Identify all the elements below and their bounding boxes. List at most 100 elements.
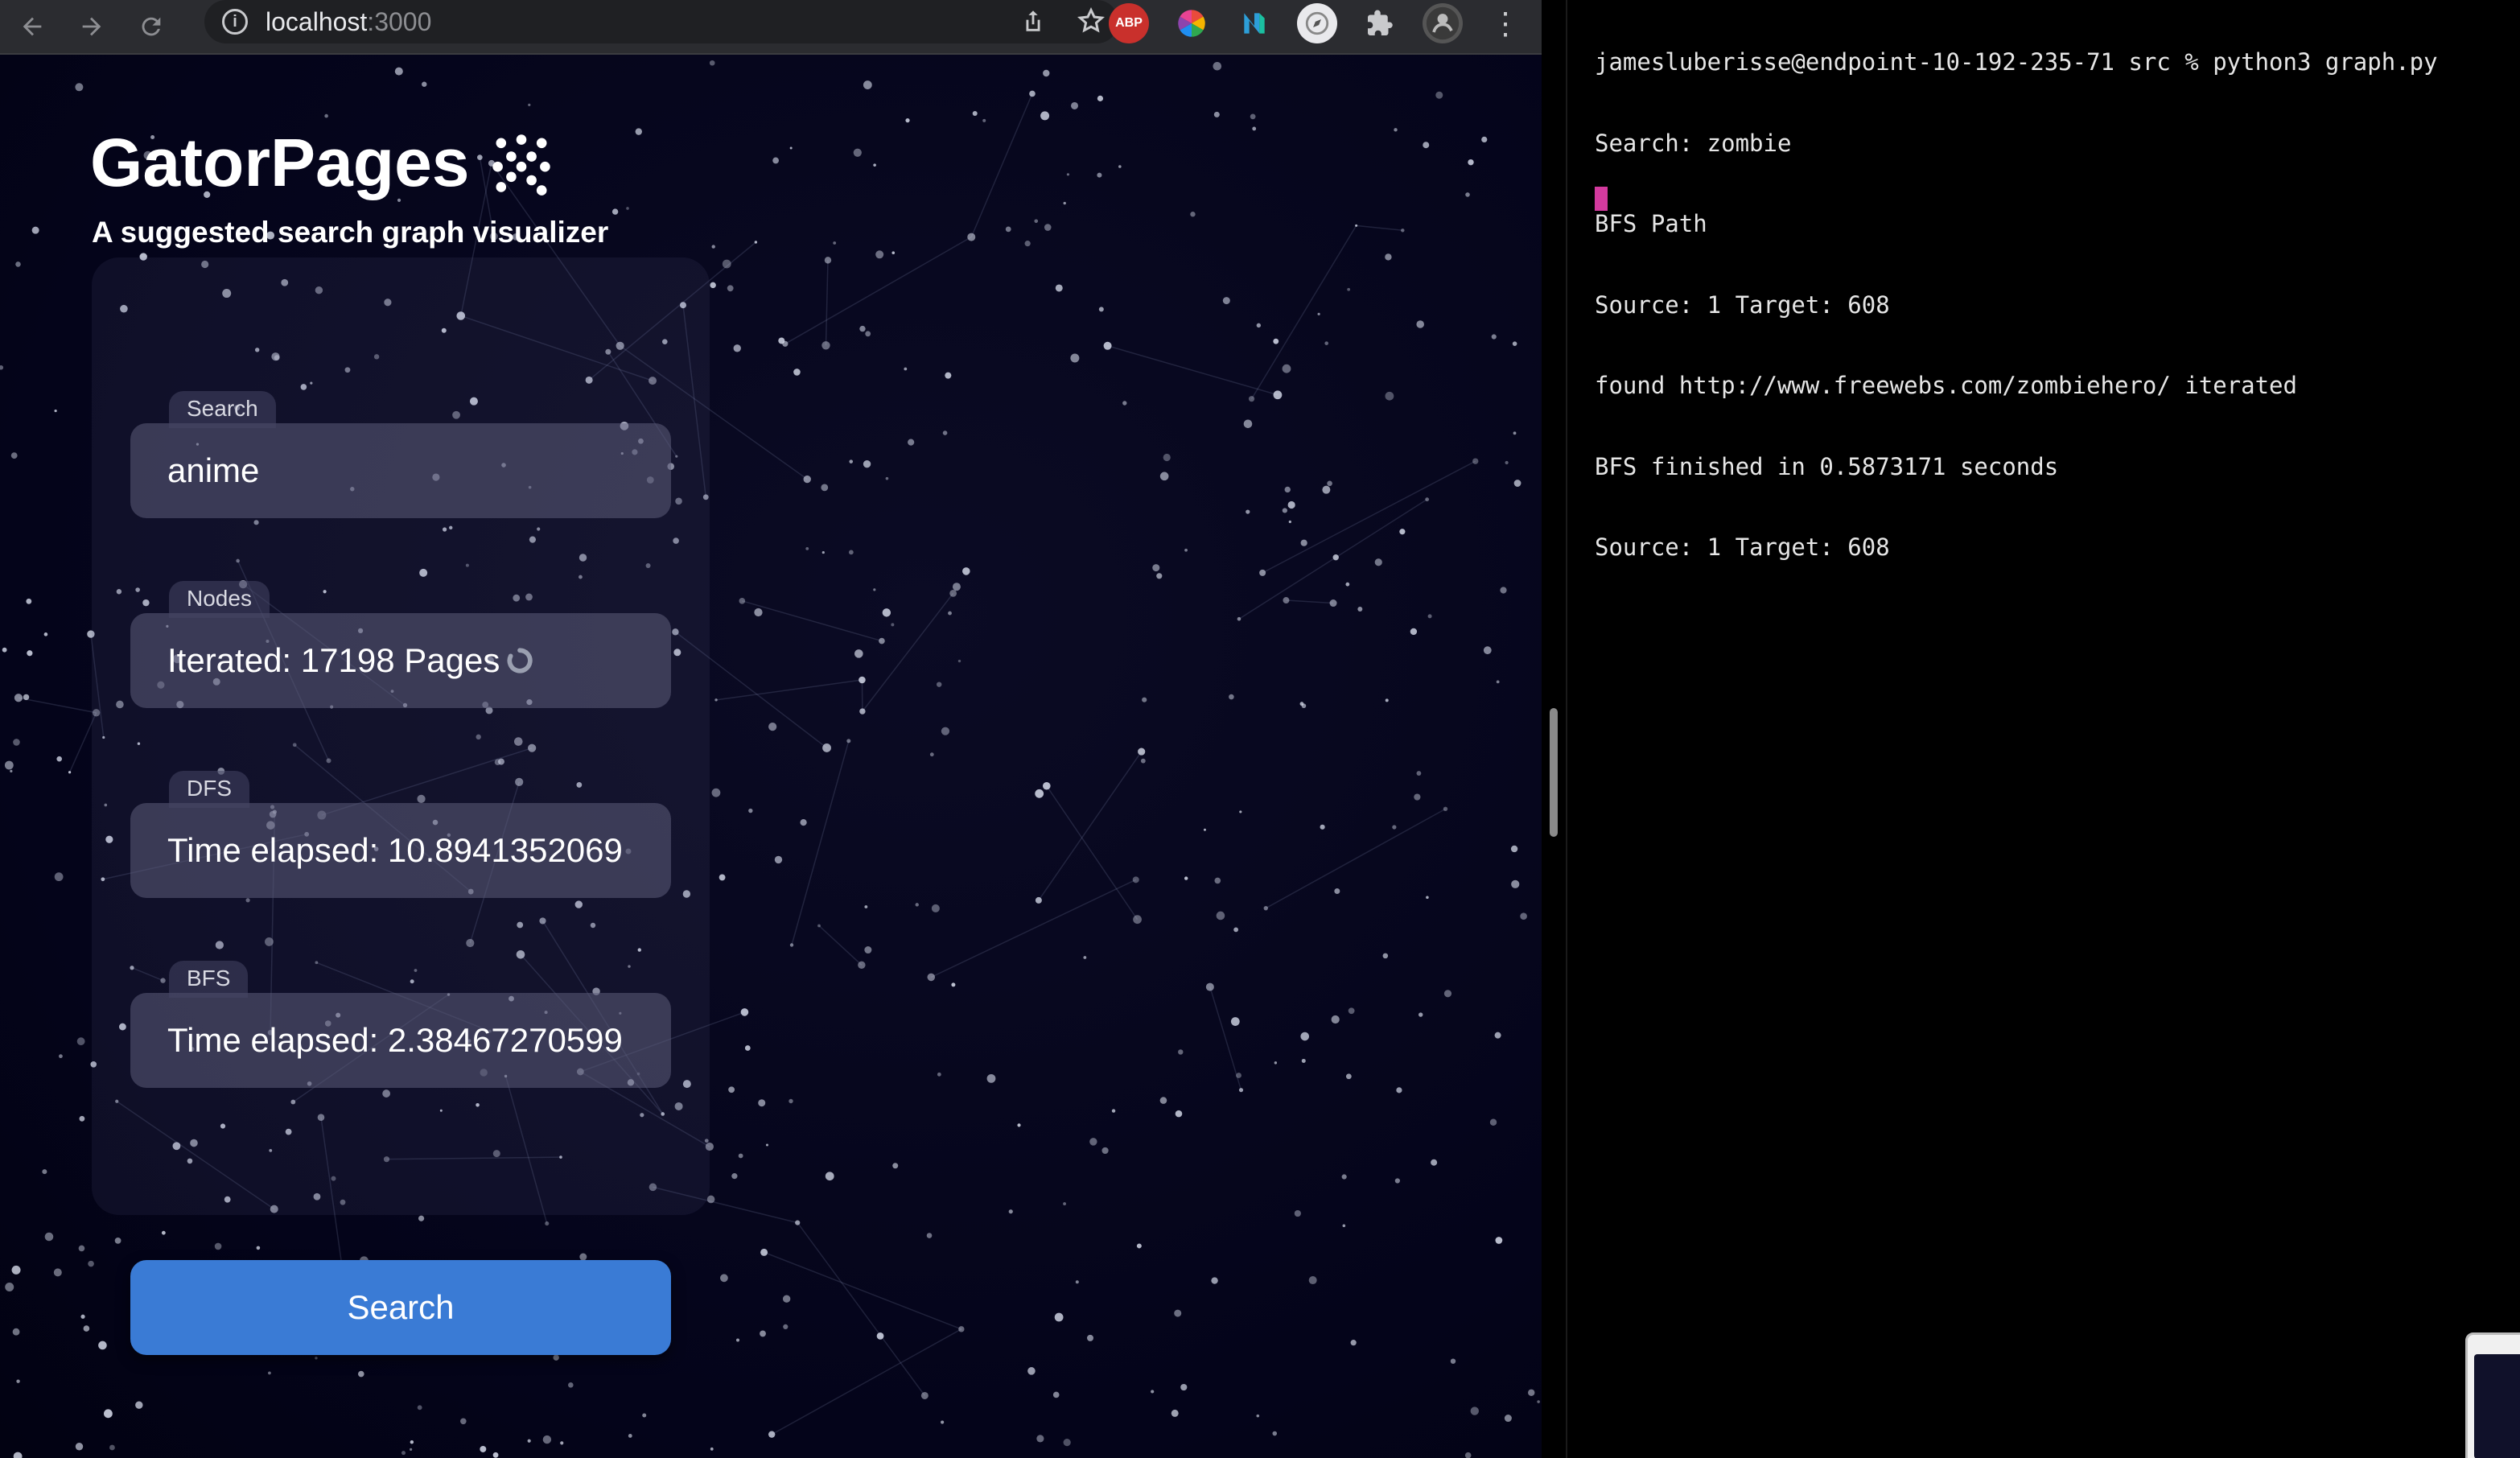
graph-node xyxy=(75,83,84,92)
graph-node xyxy=(778,337,785,344)
screen: i localhost:3000 ABP ⋮ GatorPages A sug… xyxy=(0,0,2520,1458)
graph-node xyxy=(941,1420,945,1424)
graph-edge xyxy=(1107,345,1279,396)
graph-node xyxy=(1513,431,1517,435)
color-wheel-icon[interactable] xyxy=(1171,3,1212,43)
graph-node xyxy=(553,1354,559,1361)
search-input[interactable]: anime xyxy=(130,423,671,518)
graph-node xyxy=(864,946,872,954)
star-icon[interactable] xyxy=(1075,5,1107,37)
graph-node xyxy=(114,1237,121,1244)
graph-node xyxy=(59,1054,63,1059)
graph-node xyxy=(394,67,403,76)
puzzle-icon[interactable] xyxy=(1360,3,1400,43)
graph-node xyxy=(1341,1174,1347,1180)
graph-node xyxy=(1055,284,1063,292)
graph-node xyxy=(1236,1073,1241,1078)
graph-node xyxy=(738,1153,743,1159)
graph-edge xyxy=(1038,751,1143,901)
graph-node xyxy=(1324,341,1328,345)
menu-dots-icon[interactable]: ⋮ xyxy=(1490,6,1521,42)
graph-edge xyxy=(1262,460,1476,574)
n-logo-icon[interactable] xyxy=(1234,3,1274,43)
search-button[interactable]: Search xyxy=(130,1260,671,1355)
graph-node xyxy=(268,1371,271,1375)
graph-node xyxy=(846,739,851,743)
graph-node xyxy=(1394,1178,1400,1184)
graph-node xyxy=(161,1230,166,1235)
adblock-icon[interactable]: ABP xyxy=(1109,3,1149,43)
graph-node xyxy=(800,819,807,826)
graph-node xyxy=(768,1431,776,1438)
graph-node xyxy=(986,1073,996,1083)
graph-node xyxy=(945,372,952,379)
graph-node xyxy=(422,81,427,87)
graph-node xyxy=(719,874,726,881)
graph-node xyxy=(1040,111,1050,121)
graph-node xyxy=(460,1418,467,1425)
address-bar[interactable]: i localhost:3000 xyxy=(204,0,1118,43)
graph-node xyxy=(1250,113,1256,120)
graph-node xyxy=(1052,1391,1060,1398)
graph-node xyxy=(12,1328,20,1336)
graph-node xyxy=(13,1452,23,1458)
graph-node xyxy=(1483,646,1492,655)
graph-node xyxy=(1097,95,1104,101)
graph-node xyxy=(873,163,876,167)
graph-node xyxy=(962,567,970,575)
graph-node xyxy=(1239,810,1242,813)
terminal-line: found http://www.freewebs.com/zombiehero… xyxy=(1595,372,2297,399)
graph-node xyxy=(879,637,885,645)
graph-node xyxy=(774,855,783,864)
graph-edge xyxy=(970,93,1033,237)
graph-node xyxy=(722,259,731,269)
graph-node xyxy=(11,1265,21,1275)
graph-node xyxy=(760,1248,768,1256)
split-scrollbar[interactable] xyxy=(1550,708,1558,837)
graph-node xyxy=(83,1325,90,1332)
back-button[interactable] xyxy=(14,9,50,44)
graph-node xyxy=(98,1341,107,1350)
graph-edge xyxy=(862,592,954,712)
page-content: GatorPages A suggested search graph visu… xyxy=(0,55,1542,1458)
graph-node xyxy=(545,1221,550,1226)
graph-node xyxy=(710,282,716,289)
graph-edge xyxy=(818,925,863,966)
graph-node xyxy=(1248,396,1255,402)
forward-button[interactable] xyxy=(74,9,109,44)
extensions-bar: ABP ⋮ xyxy=(1109,3,1521,43)
graph-node xyxy=(635,128,642,135)
graph-node xyxy=(418,1215,425,1221)
graph-node xyxy=(891,251,896,255)
share-icon[interactable] xyxy=(1017,5,1049,37)
graph-node xyxy=(1537,1400,1540,1403)
graph-node xyxy=(1159,472,1169,481)
graph-node xyxy=(1443,990,1452,998)
graph-node xyxy=(958,1326,965,1332)
graph-node xyxy=(1528,1389,1535,1396)
nodes-value: Iterated: 17198 Pages xyxy=(167,641,500,679)
terminal-window[interactable]: jamesluberisse@endpoint-10-192-235-71 sr… xyxy=(1567,0,2520,1458)
graph-node xyxy=(2,647,7,653)
thumbnail-preview xyxy=(2474,1354,2520,1458)
reload-button[interactable] xyxy=(134,9,169,44)
bfs-output: Time elapsed: 2.38467270599 xyxy=(130,993,671,1088)
profile-avatar[interactable] xyxy=(1423,3,1463,43)
graph-node xyxy=(1118,165,1122,168)
compass-icon[interactable] xyxy=(1297,3,1337,43)
graph-node xyxy=(1468,159,1474,166)
graph-node xyxy=(1374,558,1382,566)
graph-node xyxy=(1213,61,1222,71)
graph-node xyxy=(75,1443,84,1451)
graph-node xyxy=(949,589,957,597)
graph-node xyxy=(1414,793,1421,801)
graph-node xyxy=(1505,460,1509,465)
graph-node xyxy=(864,905,868,908)
address-bar-actions xyxy=(1017,5,1107,37)
terminal-line: Search: zombie xyxy=(1595,129,1792,157)
info-icon[interactable]: i xyxy=(222,9,248,35)
screenshot-thumbnail[interactable] xyxy=(2465,1332,2520,1458)
graph-node xyxy=(859,676,866,684)
graph-node xyxy=(1512,341,1517,346)
app-title: GatorPages xyxy=(90,125,470,200)
